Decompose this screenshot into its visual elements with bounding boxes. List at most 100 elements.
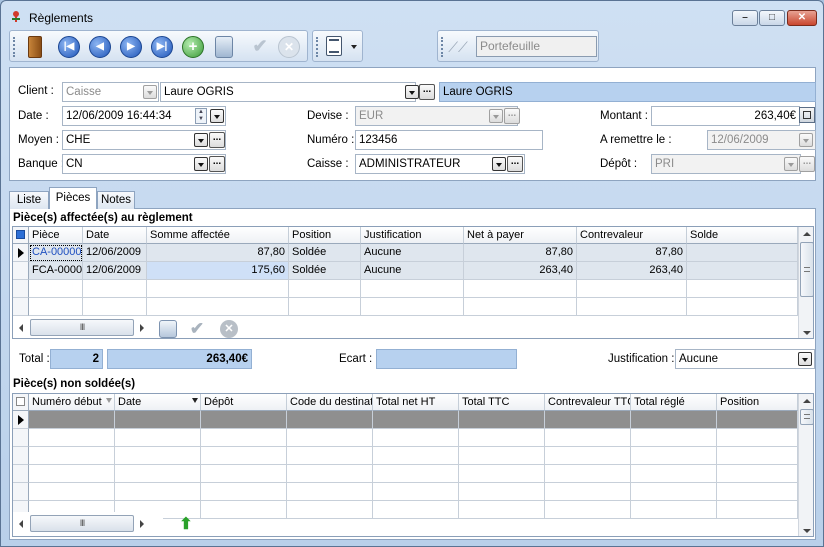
table-cell[interactable] — [631, 465, 717, 483]
table-cell[interactable] — [459, 483, 545, 501]
table-cell[interactable]: Aucune — [361, 262, 464, 280]
moyen-browse-button[interactable]: ... — [209, 132, 225, 148]
table-cell[interactable]: 12/06/2009 — [83, 262, 147, 280]
row-header[interactable] — [13, 447, 29, 465]
row-header[interactable] — [13, 280, 29, 298]
justification-select[interactable]: Aucune — [675, 349, 815, 369]
table-cell[interactable] — [459, 465, 545, 483]
affectees-hscroll[interactable]: III — [13, 316, 163, 338]
scroll-left-icon[interactable] — [19, 520, 23, 528]
non-soldees-vscroll[interactable] — [798, 394, 813, 536]
table-cell[interactable] — [147, 280, 289, 298]
col-header-contrevaleur-ttc[interactable]: Contrevaleur TTC — [545, 394, 631, 411]
table-cell[interactable] — [373, 483, 459, 501]
table-cell[interactable] — [361, 280, 464, 298]
table-cell[interactable] — [687, 280, 798, 298]
scroll-right-icon[interactable] — [140, 520, 144, 528]
scroll-thumb[interactable]: III — [30, 515, 134, 532]
row-header[interactable] — [13, 244, 29, 262]
toolbar-grip[interactable] — [441, 37, 444, 57]
table-cell[interactable]: 12/06/2009 — [83, 244, 147, 262]
table-cell[interactable] — [577, 298, 687, 316]
row-header[interactable] — [13, 483, 29, 501]
add-icon[interactable]: + — [182, 36, 204, 58]
col-header-piece[interactable]: Pièce — [29, 227, 83, 244]
maximize-button[interactable]: □ — [759, 10, 785, 26]
scroll-left-icon[interactable] — [19, 324, 23, 332]
table-cell[interactable] — [631, 501, 717, 519]
table-cell[interactable] — [29, 483, 115, 501]
col-header-date[interactable]: Date — [83, 227, 147, 244]
table-cell[interactable]: Soldée — [289, 262, 361, 280]
table-cell[interactable] — [29, 411, 115, 429]
exit-door-icon[interactable] — [28, 36, 42, 58]
caisse-browse-button[interactable]: ... — [507, 156, 523, 172]
table-cell[interactable] — [459, 411, 545, 429]
last-record-icon[interactable]: ▶| — [151, 36, 173, 58]
table-cell[interactable]: 263,40 — [577, 262, 687, 280]
table-cell[interactable] — [289, 298, 361, 316]
table-cell[interactable] — [201, 447, 287, 465]
table-cell[interactable] — [287, 483, 373, 501]
remove-piece-bin-icon[interactable] — [159, 320, 177, 338]
select-all-checkbox[interactable] — [13, 227, 29, 244]
col-header-date[interactable]: Date — [115, 394, 201, 411]
banque-browse-button[interactable]: ... — [209, 156, 225, 172]
tab-liste[interactable]: Liste — [9, 191, 49, 209]
table-cell[interactable] — [545, 411, 631, 429]
table-cell[interactable] — [464, 298, 577, 316]
col-header-total-ht[interactable]: Total net HT — [373, 394, 459, 411]
table-cell[interactable] — [147, 298, 289, 316]
table-cell[interactable] — [83, 298, 147, 316]
col-header-net[interactable]: Net à payer — [464, 227, 577, 244]
table-cell[interactable] — [201, 411, 287, 429]
table-cell[interactable] — [577, 280, 687, 298]
table-cell[interactable] — [373, 429, 459, 447]
row-header[interactable] — [13, 262, 29, 280]
minimize-button[interactable]: – — [732, 10, 758, 26]
chevron-down-icon[interactable] — [194, 133, 208, 147]
table-cell[interactable] — [459, 429, 545, 447]
table-cell[interactable]: 175,60 — [147, 262, 289, 280]
chevron-down-icon[interactable] — [194, 157, 208, 171]
scroll-up-icon[interactable] — [803, 232, 811, 236]
montant-input[interactable]: 263,40€ — [651, 106, 800, 126]
affectees-vscroll[interactable] — [798, 227, 813, 338]
table-cell[interactable]: FCA-000001 — [29, 262, 83, 280]
toolbar-grip[interactable] — [316, 37, 319, 57]
table-cell[interactable] — [373, 501, 459, 519]
table-cell[interactable]: Aucune — [361, 244, 464, 262]
table-cell[interactable] — [115, 411, 201, 429]
scroll-down-icon[interactable] — [803, 331, 811, 335]
table-cell[interactable] — [545, 483, 631, 501]
table-cell[interactable] — [545, 447, 631, 465]
previous-record-icon[interactable]: ◀ — [89, 36, 111, 58]
col-header-total-regle[interactable]: Total réglé — [631, 394, 717, 411]
table-cell[interactable] — [201, 429, 287, 447]
row-header[interactable] — [13, 411, 29, 429]
table-cell[interactable] — [29, 298, 83, 316]
table-cell[interactable] — [115, 429, 201, 447]
table-cell[interactable] — [717, 501, 798, 519]
table-cell[interactable] — [717, 465, 798, 483]
table-cell[interactable] — [287, 447, 373, 465]
toolbar-grip[interactable] — [13, 37, 16, 57]
col-header-contrevaleur[interactable]: Contrevaleur — [577, 227, 687, 244]
table-cell[interactable] — [115, 465, 201, 483]
scroll-down-icon[interactable] — [803, 529, 811, 533]
table-cell[interactable] — [361, 298, 464, 316]
scroll-right-icon[interactable] — [140, 324, 144, 332]
assign-up-arrow-icon[interactable]: ⬆ — [177, 516, 195, 534]
table-cell[interactable]: CA-000002 — [29, 244, 83, 262]
table-cell[interactable]: 263,40 — [464, 262, 577, 280]
table-cell[interactable] — [289, 280, 361, 298]
table-cell[interactable] — [373, 411, 459, 429]
table-cell[interactable] — [717, 447, 798, 465]
col-header-total-ttc[interactable]: Total TTC — [459, 394, 545, 411]
scroll-thumb[interactable] — [800, 242, 813, 297]
table-cell[interactable] — [287, 429, 373, 447]
table-cell[interactable] — [717, 483, 798, 501]
chevron-down-icon[interactable] — [798, 352, 812, 366]
col-header-destinataire[interactable]: Code du destinataire — [287, 394, 373, 411]
table-cell[interactable] — [83, 280, 147, 298]
